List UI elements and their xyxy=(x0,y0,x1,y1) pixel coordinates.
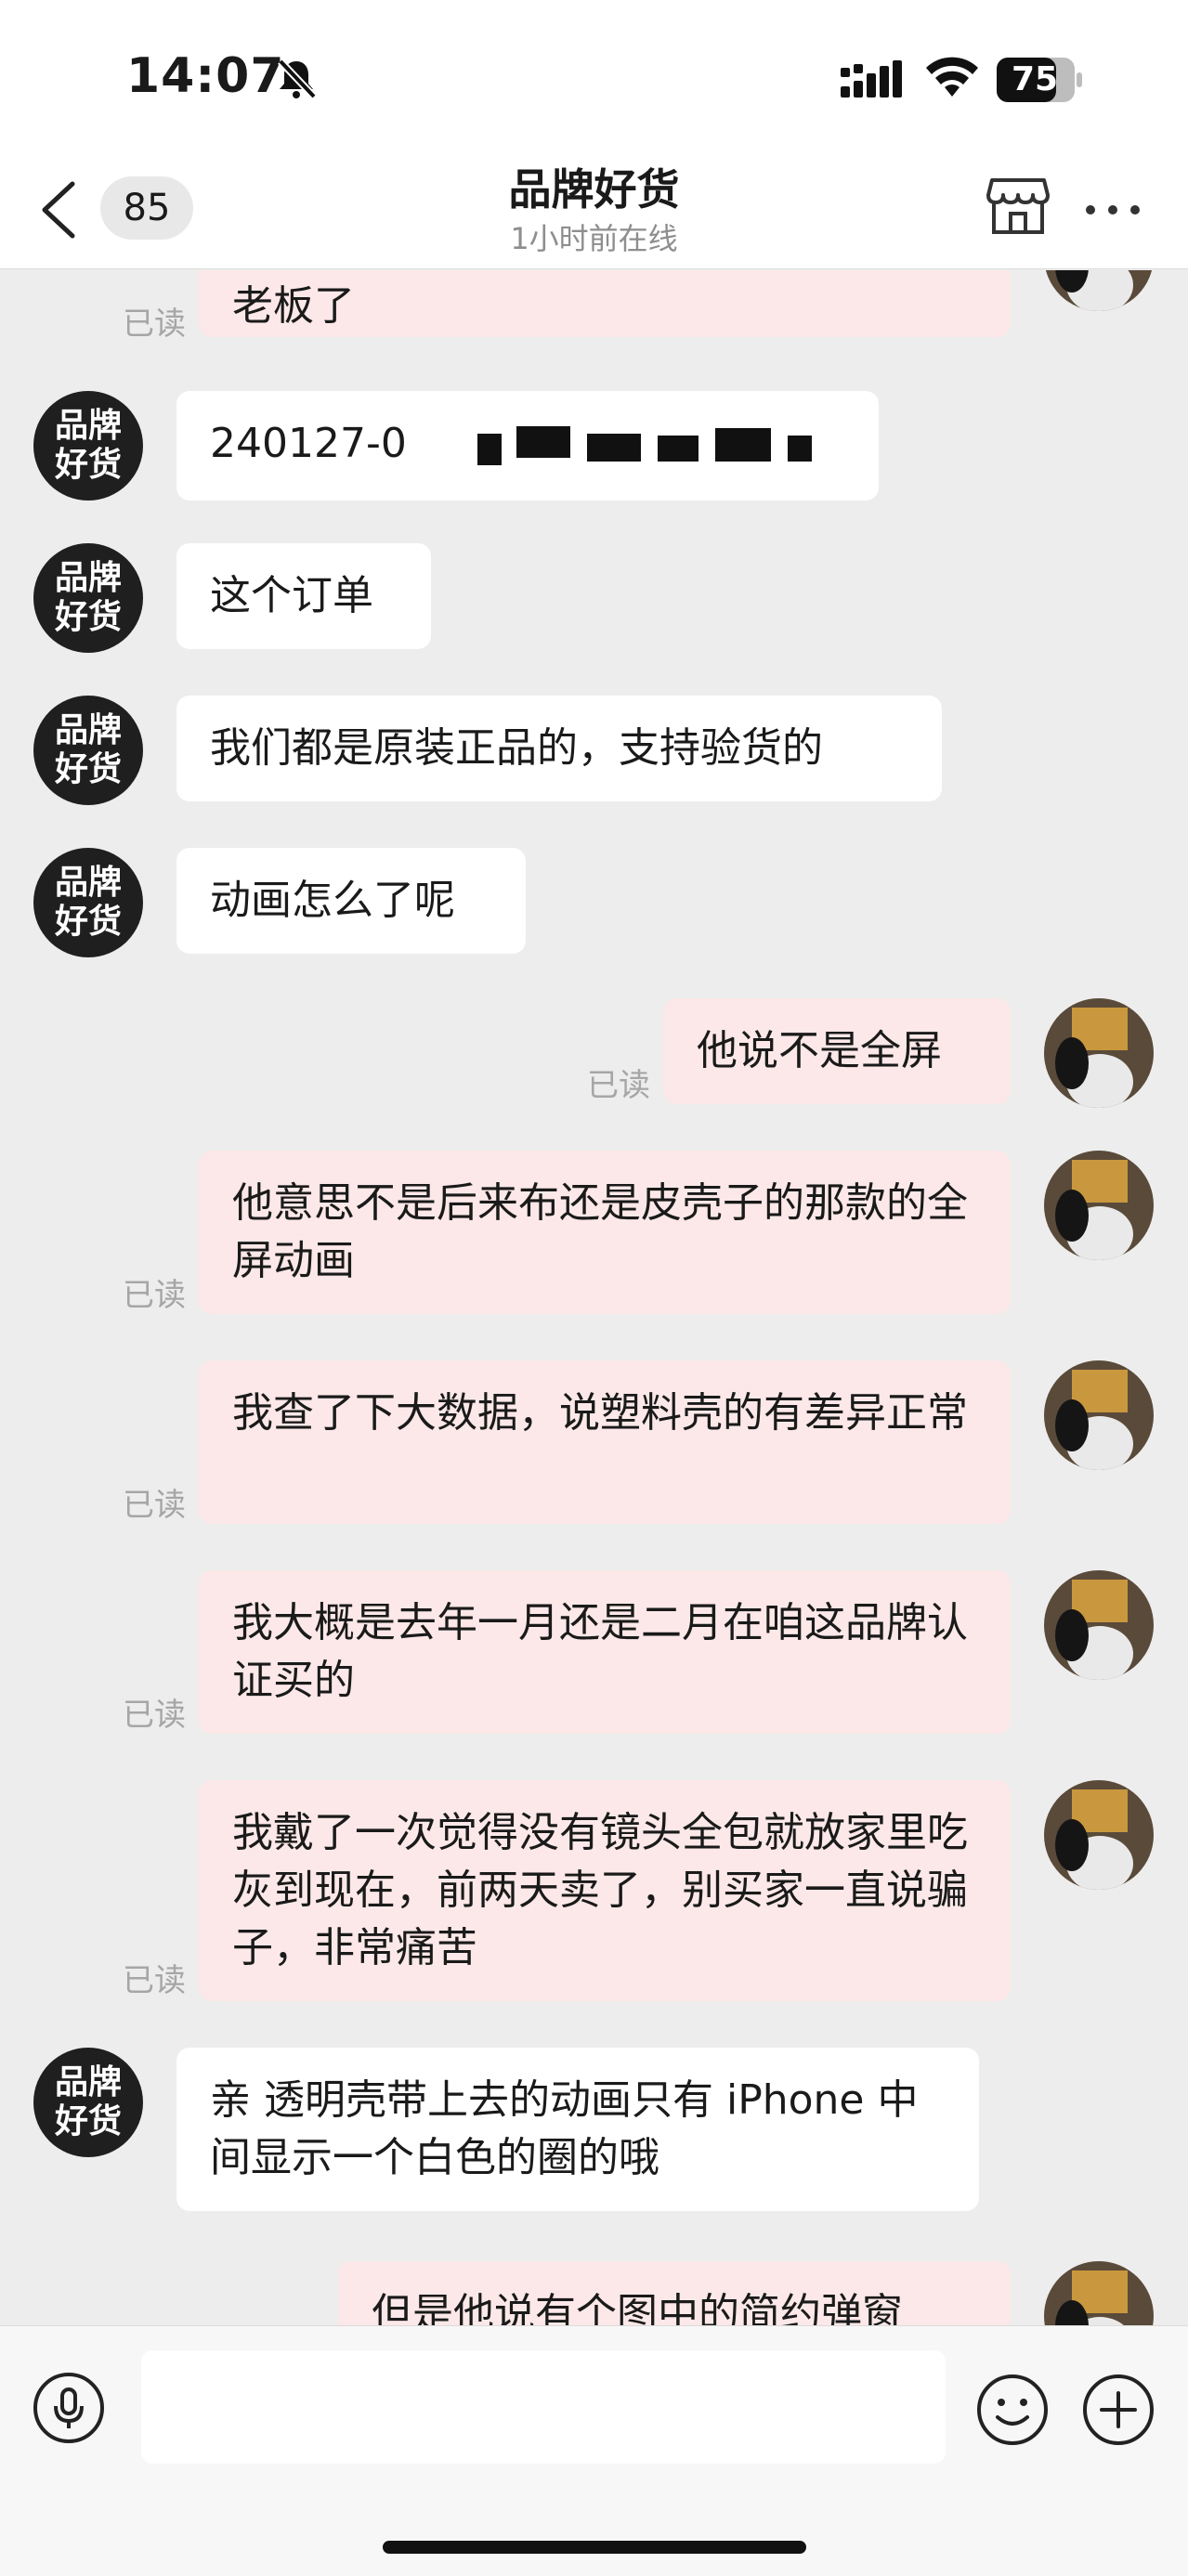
home-indicator[interactable] xyxy=(383,2541,806,2554)
shop-avatar[interactable]: 品牌 好货 xyxy=(33,2048,143,2157)
user-avatar[interactable] xyxy=(1044,1570,1154,1680)
message-text: 他意思不是后来布还是皮壳子的那款的全屏动画 xyxy=(232,1179,968,1284)
message-text: 我大概是去年一月还是二月在咱这品牌认证买的 xyxy=(232,1599,968,1704)
incoming-message[interactable]: 亲 透明壳带上去的动画只有 iPhone 中间显示一个白色的圈的哦 xyxy=(176,2048,979,2211)
microphone-button[interactable] xyxy=(33,2373,104,2443)
shop-avatar[interactable]: 品牌 好货 xyxy=(33,848,143,957)
shop-avatar[interactable]: 品牌 好货 xyxy=(33,391,143,501)
read-receipt: 已读 xyxy=(123,1487,186,1524)
microphone-icon xyxy=(54,2387,84,2428)
message-text: 动画怎么了呢 xyxy=(210,877,455,924)
message-text: 240127-0 xyxy=(210,420,407,467)
redaction-block xyxy=(477,434,502,465)
input-bar xyxy=(0,2325,1188,2576)
user-avatar[interactable] xyxy=(1044,1151,1154,1260)
incoming-message[interactable]: 我们都是原装正品的，支持验货的 xyxy=(176,696,942,801)
wifi-icon xyxy=(926,57,978,97)
read-receipt: 已读 xyxy=(123,1697,186,1734)
emoji-icon[interactable] xyxy=(975,2373,1050,2447)
outgoing-message[interactable]: 我大概是去年一月还是二月在咱这品牌认证买的 xyxy=(199,1570,1011,1734)
read-receipt: 已读 xyxy=(587,1067,650,1104)
redaction-block xyxy=(658,436,698,462)
store-icon[interactable] xyxy=(986,176,1050,236)
outgoing-message[interactable]: 他说不是全屏 xyxy=(663,998,1011,1104)
redaction-block xyxy=(788,436,812,462)
outgoing-message[interactable]: 但是他说有个图中的简约弹窗 xyxy=(338,2261,1011,2325)
shop-avatar[interactable]: 品牌 好货 xyxy=(33,543,143,653)
message-text: 老板了 xyxy=(232,282,355,330)
message-text: 我们都是原装正品的，支持验货的 xyxy=(210,724,823,772)
redaction-block xyxy=(516,426,570,458)
outgoing-message[interactable]: 我戴了一次觉得没有镜头全包就放家里吃灰到现在，前两天卖了，别买家一直说骗子，非常… xyxy=(199,1780,1011,2001)
message-input[interactable] xyxy=(141,2350,946,2464)
message-text: 我戴了一次觉得没有镜头全包就放家里吃灰到现在，前两天卖了，别买家一直说骗子，非常… xyxy=(232,1809,968,1971)
plus-icon[interactable] xyxy=(1081,2373,1155,2447)
status-bar: 14:07 75 xyxy=(0,0,1188,139)
message-text: 亲 透明壳带上去的动画只有 iPhone 中间显示一个白色的圈的哦 xyxy=(210,2076,919,2181)
user-avatar[interactable] xyxy=(1044,998,1154,1108)
outgoing-message[interactable]: 老板了 xyxy=(199,270,1011,337)
user-avatar[interactable] xyxy=(1044,1780,1154,1890)
bell-slash-icon xyxy=(278,59,317,99)
clock: 14:07 xyxy=(126,48,285,104)
outgoing-message[interactable]: 他意思不是后来布还是皮壳子的那款的全屏动画 xyxy=(199,1151,1011,1314)
user-avatar[interactable] xyxy=(1044,1360,1154,1470)
chat-header: 85 品牌好货 1小时前在线 xyxy=(0,139,1188,269)
cellular-signal-icon xyxy=(841,60,902,98)
battery-level: 75 xyxy=(1011,60,1059,98)
shop-avatar[interactable]: 品牌 好货 xyxy=(33,696,143,805)
message-text: 但是他说有个图中的简约弹窗 xyxy=(372,2290,903,2325)
incoming-message[interactable]: 动画怎么了呢 xyxy=(176,848,526,954)
message-text: 我查了下大数据，说塑料壳的有差异正常 xyxy=(232,1389,968,1437)
redaction-block xyxy=(715,428,771,462)
read-receipt: 已读 xyxy=(123,1962,186,1999)
outgoing-message[interactable]: 我查了下大数据，说塑料壳的有差异正常 xyxy=(199,1360,1011,1524)
user-avatar[interactable] xyxy=(1044,270,1154,311)
user-avatar[interactable] xyxy=(1044,2261,1154,2325)
more-icon[interactable] xyxy=(1085,204,1141,215)
redaction-block xyxy=(587,434,641,462)
incoming-message[interactable]: 这个订单 xyxy=(176,543,431,649)
message-text: 他说不是全屏 xyxy=(697,1027,942,1074)
read-receipt: 已读 xyxy=(123,1277,186,1314)
message-text: 这个订单 xyxy=(210,572,373,619)
read-receipt: 已读 xyxy=(123,306,186,343)
message-list[interactable]: 已读 老板了 品牌 好货 240127-0 品牌 好货 这个订单 品牌 好货 我们都是… xyxy=(0,270,1188,2325)
